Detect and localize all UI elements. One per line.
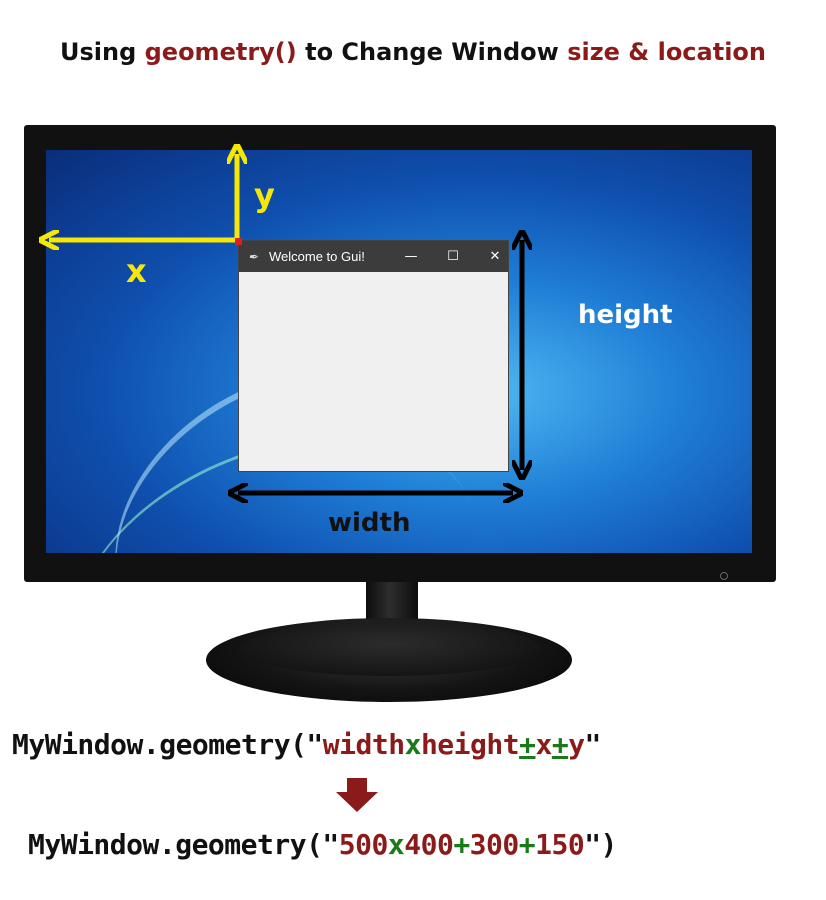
code-x-value: 300	[469, 828, 520, 861]
minimize-icon[interactable]: —	[404, 249, 418, 264]
code-height-value: 400	[404, 828, 454, 861]
down-arrow-icon	[336, 778, 378, 812]
y-label: y	[254, 176, 275, 214]
title-text-middle: to Change Window	[296, 38, 568, 66]
title-highlight-geometry: geometry()	[144, 38, 297, 66]
code-suffix: ")	[584, 828, 617, 861]
page-title: Using geometry() to Change Window size &…	[0, 38, 826, 66]
code-sep-plus: +	[453, 828, 470, 861]
code-template: MyWindow.geometry("widthxheight+x+y"	[12, 728, 601, 761]
code-prefix: MyWindow.geometry("	[28, 828, 339, 861]
maximize-icon[interactable]: ☐	[446, 249, 460, 264]
title-text: Using	[59, 38, 145, 66]
title-highlight-size-location: size & location	[567, 38, 766, 66]
code-sep-x: x	[404, 728, 422, 761]
code-sep-plus: +	[518, 828, 536, 861]
x-label: x	[126, 252, 147, 290]
code-x: x	[535, 728, 552, 761]
close-icon[interactable]: ✕	[488, 249, 502, 264]
code-example: MyWindow.geometry("500x400+300+150")	[28, 828, 617, 861]
width-label: width	[328, 508, 411, 538]
feather-icon: ✒	[249, 249, 260, 264]
window-titlebar[interactable]: ✒ Welcome to Gui! — ☐ ✕	[239, 241, 508, 272]
code-y-value: 150	[535, 828, 585, 861]
code-sep-plus: +	[551, 728, 569, 761]
code-prefix: MyWindow.geometry("	[12, 728, 323, 761]
code-suffix: "	[584, 728, 602, 761]
monitor-base-top	[240, 622, 540, 676]
code-sep-x: x	[387, 828, 405, 861]
window-controls: — ☐ ✕	[404, 241, 502, 272]
code-y: y	[568, 728, 585, 761]
code-sep-plus: +	[519, 728, 536, 761]
code-width: width	[322, 728, 405, 761]
window-title: Welcome to Gui!	[269, 249, 365, 264]
app-window[interactable]: ✒ Welcome to Gui! — ☐ ✕	[238, 240, 509, 472]
code-width-value: 500	[338, 828, 389, 861]
code-height: height	[420, 728, 520, 761]
power-button-icon	[720, 572, 728, 580]
height-label: height	[578, 300, 673, 330]
